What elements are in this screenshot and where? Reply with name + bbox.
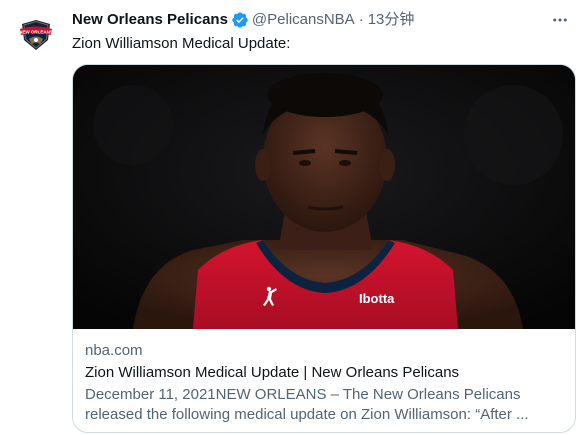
link-card[interactable]: Ibotta nba.com Zion Williamson Medical U… xyxy=(72,64,576,433)
pelicans-logo-icon: NEW ORLEANS xyxy=(12,10,60,58)
more-options-button[interactable] xyxy=(548,8,572,32)
user-handle[interactable]: @PelicansNBA xyxy=(252,10,355,30)
card-body[interactable]: nba.com Zion Williamson Medical Update |… xyxy=(85,341,563,425)
player-photo: Ibotta xyxy=(73,65,575,329)
timestamp[interactable]: 13分钟 xyxy=(368,10,415,30)
tweet-text: Zion Williamson Medical Update: xyxy=(72,35,291,52)
avatar[interactable]: NEW ORLEANS xyxy=(12,10,60,58)
card-image[interactable]: Ibotta xyxy=(73,65,575,329)
jersey-sponsor: Ibotta xyxy=(359,291,395,306)
svg-text:NEW ORLEANS: NEW ORLEANS xyxy=(19,30,53,35)
tweet[interactable]: NEW ORLEANS New Orleans Pelicans @Pelica… xyxy=(0,0,584,435)
card-title[interactable]: Zion Williamson Medical Update | New Orl… xyxy=(85,363,563,383)
tweet-header: New Orleans Pelicans @PelicansNBA · 13分钟 xyxy=(72,9,572,31)
verified-badge-icon xyxy=(231,11,249,29)
more-options-icon xyxy=(553,18,567,22)
card-description: December 11, 2021NEW ORLEANS – The New O… xyxy=(85,386,529,423)
card-domain: nba.com xyxy=(85,342,143,359)
display-name[interactable]: New Orleans Pelicans xyxy=(72,10,228,30)
separator-dot: · xyxy=(358,11,364,28)
